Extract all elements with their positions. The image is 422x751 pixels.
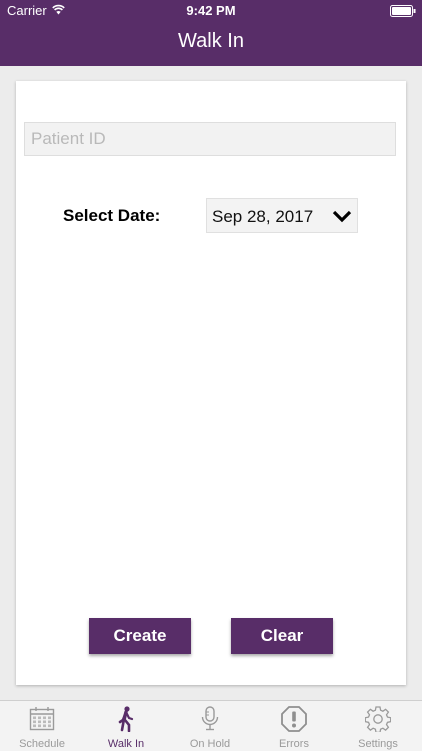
status-bar: Carrier 9:42 PM [0,0,422,22]
create-button[interactable]: Create [89,618,191,654]
selected-date-value: Sep 28, 2017 [212,207,314,226]
battery-icon [390,5,416,17]
tab-label-schedule: Schedule [19,738,65,750]
tab-label-errors: Errors [279,738,309,750]
tab-walk-in[interactable]: Walk In [84,701,168,751]
clear-button[interactable]: Clear [231,618,333,654]
exclamation-icon [281,706,307,732]
chevron-down-icon [332,210,352,223]
status-time: 9:42 PM [186,3,236,18]
patient-id-input[interactable] [24,122,396,156]
select-date-label: Select Date: [63,206,161,225]
gear-icon [365,706,391,732]
date-dropdown[interactable]: Sep 28, 2017 [206,198,358,233]
walking-person-icon [118,706,134,732]
page-title: Walk In [178,30,244,52]
tab-settings[interactable]: Settings [336,701,420,751]
tab-label-settings: Settings [358,738,398,750]
walk-in-form-card: Select Date: Sep 28, 2017 Create Clear [16,81,406,685]
tab-label-on-hold: On Hold [189,738,231,750]
microphone-icon [201,706,219,731]
tab-bar: Schedule Walk In On Hold Errors Settings [0,700,422,751]
header: Carrier 9:42 PM Walk In [0,0,422,66]
tab-label-walk-in: Walk In [107,738,145,750]
calendar-icon [29,707,55,731]
tab-on-hold[interactable]: On Hold [168,701,252,751]
tab-schedule[interactable]: Schedule [0,701,84,751]
tab-errors[interactable]: Errors [252,701,336,751]
